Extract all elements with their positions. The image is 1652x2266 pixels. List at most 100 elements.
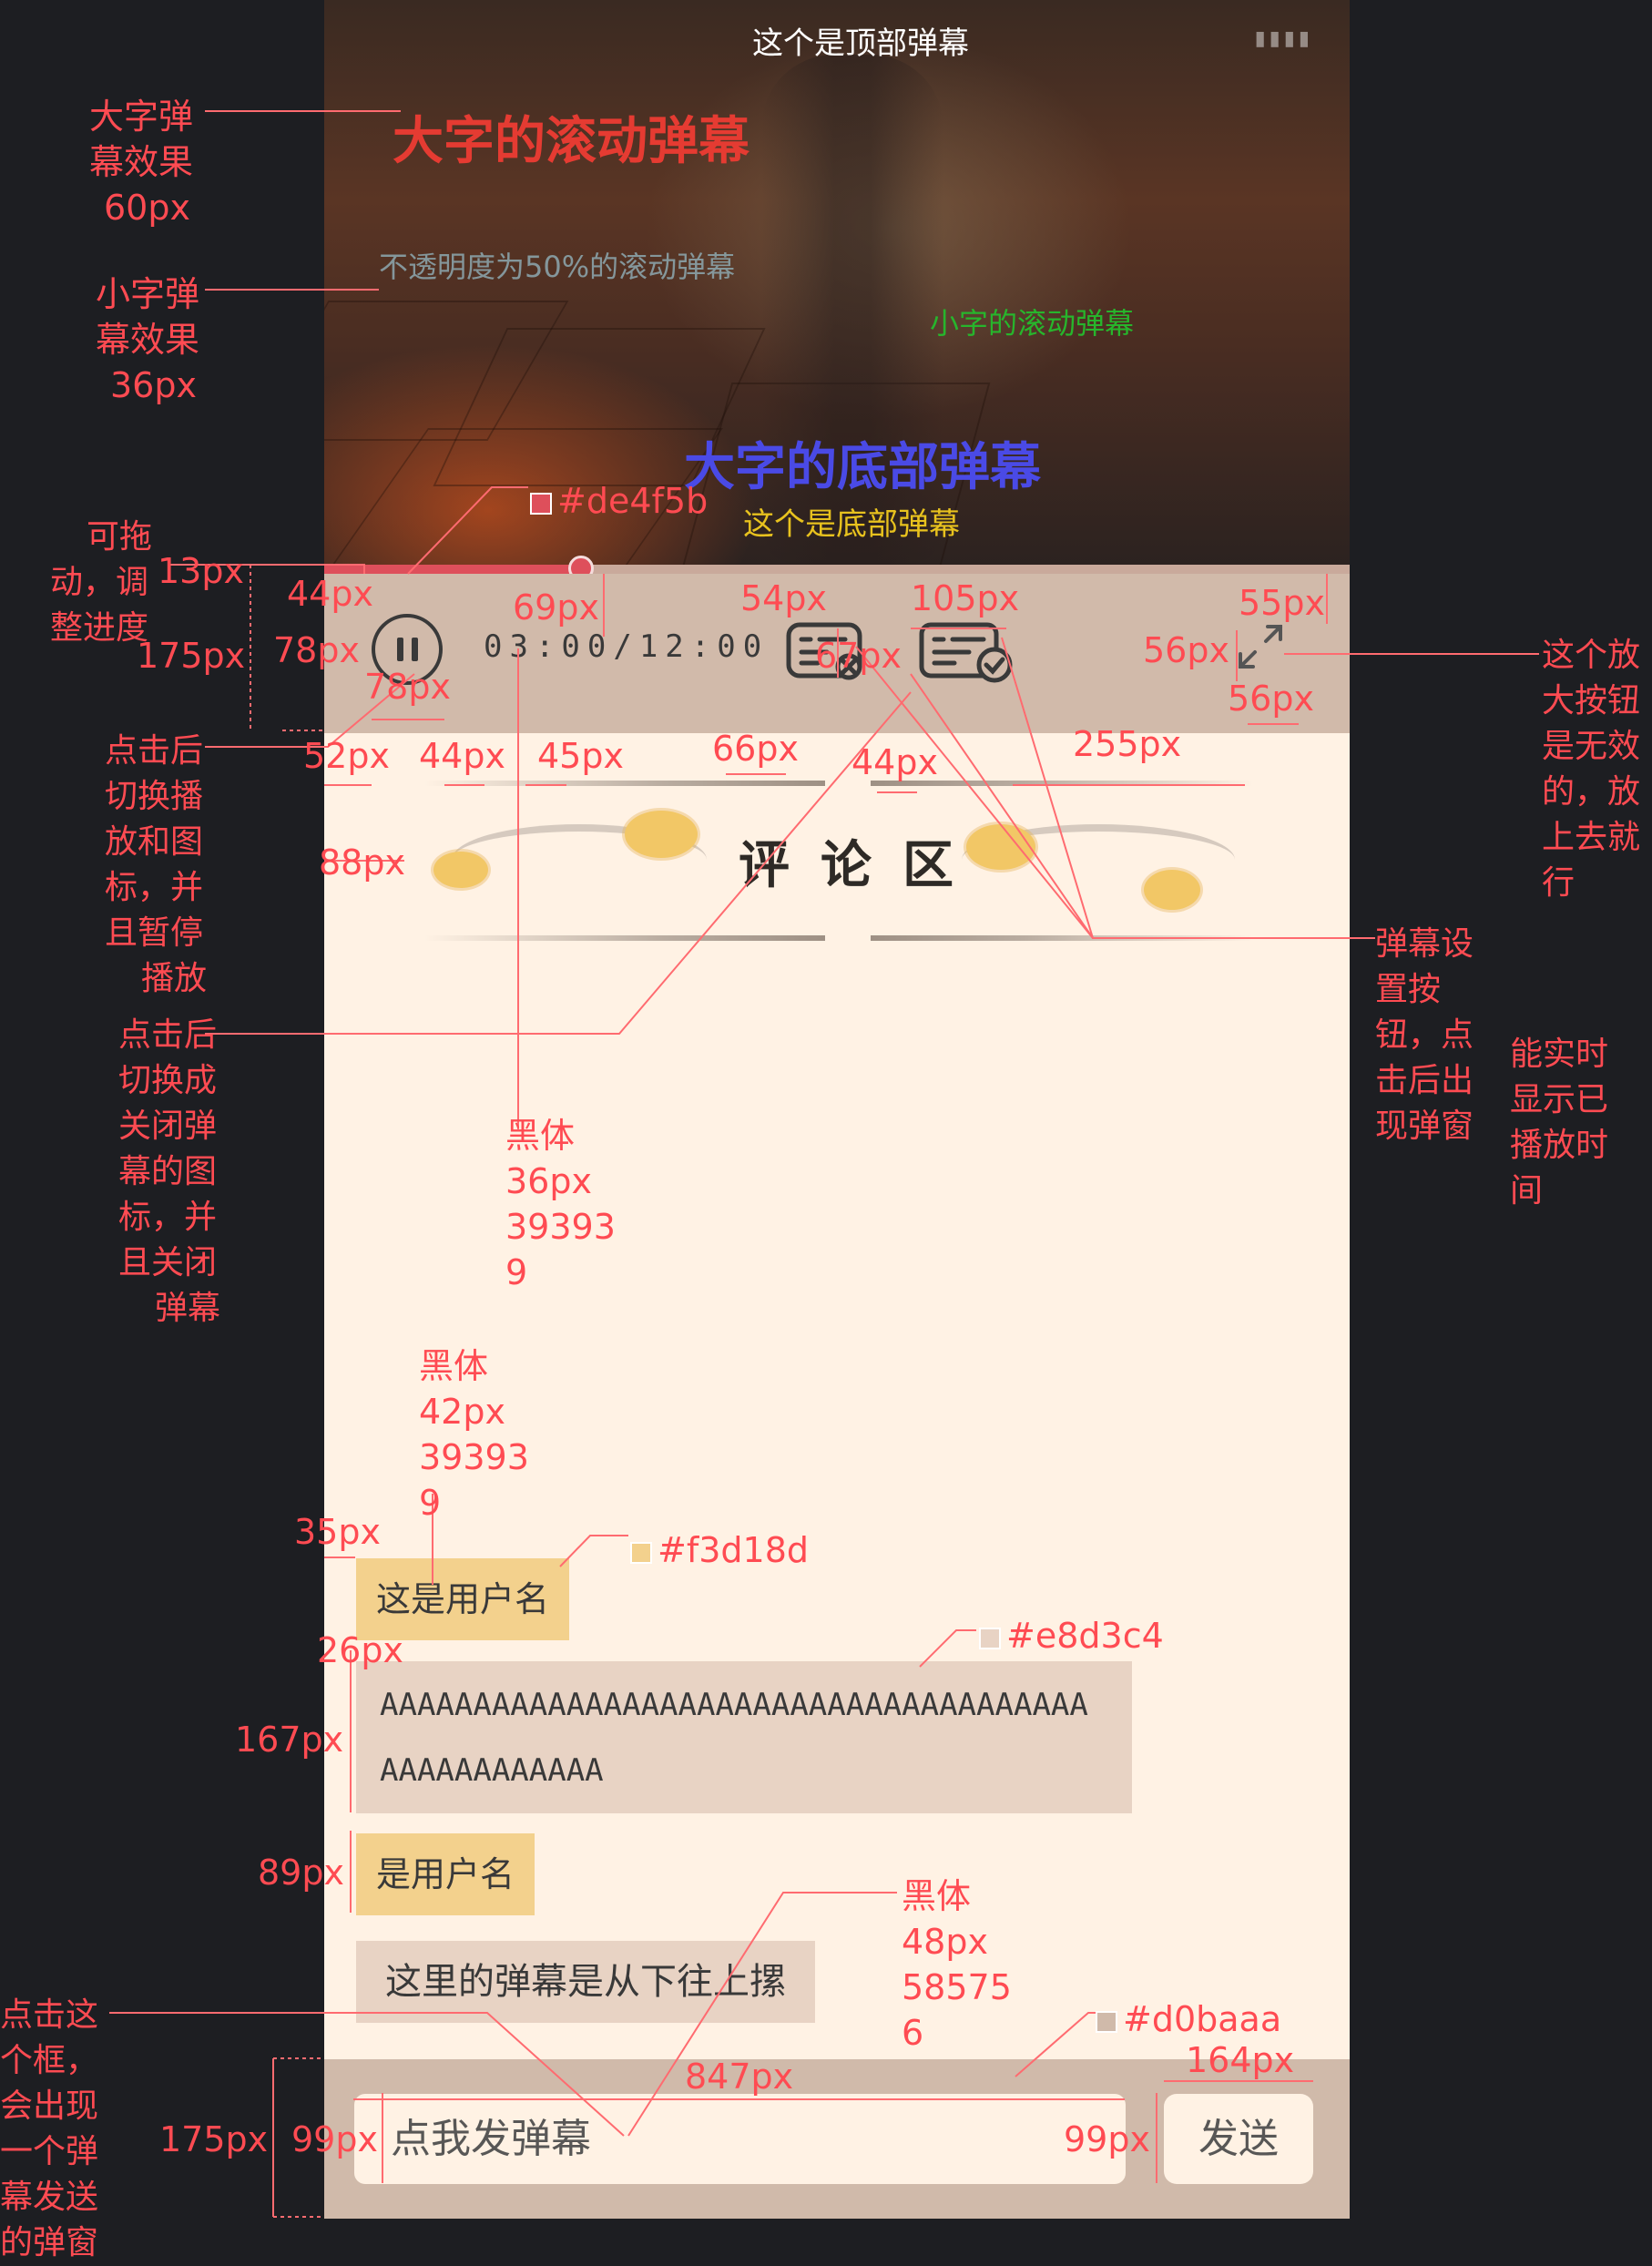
note-line: 弹幕设: [1375, 925, 1474, 963]
note-line: 切换成: [118, 1062, 218, 1099]
note-line: 黑体: [505, 1116, 576, 1156]
note-line: 个框，: [0, 2042, 99, 2079]
note-time: 能实时 显示已 播放时 间: [1510, 1032, 1608, 1214]
note-font-username: 黑体 42px 39393 9: [419, 1343, 529, 1526]
note-small-effect: 小字弹 幕效果 36px: [96, 271, 199, 408]
note-line: 39393: [419, 1437, 529, 1477]
note-line: 58575: [902, 1967, 1012, 2007]
note-line: 动，调: [50, 564, 149, 601]
note-line: 幕发送: [0, 2179, 99, 2216]
note-line: 关闭弹: [118, 1107, 218, 1145]
note-line: 标，并: [105, 869, 204, 906]
dim-label: 56px: [1228, 679, 1314, 719]
note-line: 标，并: [118, 1199, 218, 1236]
dim-label: 54px: [740, 578, 827, 618]
dim-label: 66px: [712, 729, 799, 769]
color-swatch: [630, 1541, 652, 1564]
note-line: 小字弹: [96, 274, 200, 314]
dim-label: 88px: [319, 842, 405, 883]
color-hex: #de4f5b: [557, 481, 709, 521]
color-note-bar: #d0baaa: [1096, 1999, 1281, 2039]
dim-label: 45px: [537, 736, 624, 776]
note-line: 48px: [902, 1922, 988, 1962]
note-line: 39393: [505, 1207, 616, 1247]
color-hex: #d0baaa: [1123, 1999, 1282, 2039]
note-fullscreen: 这个放 大按钮 是无效 的，放 上去就 行: [1542, 633, 1640, 906]
dim-label: 26px: [317, 1630, 403, 1670]
note-line: 36px: [505, 1161, 592, 1201]
dim-label: 67px: [815, 636, 902, 676]
dim-label: 99px: [1064, 2119, 1150, 2159]
color-swatch: [979, 1627, 1001, 1649]
note-line: 现弹窗: [1375, 1107, 1474, 1145]
note-line: 黑体: [419, 1346, 489, 1386]
note-line: 42px: [419, 1392, 505, 1432]
dim-label: 44px: [287, 574, 373, 614]
note-big-effect: 大字弹 幕效果 60px: [89, 94, 193, 230]
dim-label: 55px: [1239, 583, 1325, 623]
note-line: 钮，点: [1375, 1016, 1474, 1054]
dim-label: 847px: [685, 2057, 794, 2097]
note-line: 一个弹: [0, 2133, 99, 2170]
dim-label: 89px: [258, 1853, 344, 1893]
note-line: 放和图: [105, 823, 204, 861]
note-pause: 点击后 切换播 放和图 标，并 且暂停 播放: [105, 729, 207, 1002]
dim-label: 164px: [1186, 2040, 1295, 2080]
note-line: 黑体: [902, 1876, 972, 1916]
dim-label: 13px: [158, 551, 244, 591]
note-line: 点击后: [118, 1016, 218, 1054]
note-line: 且暂停: [105, 914, 204, 952]
note-line: 击后出: [1375, 1062, 1474, 1099]
note-line: 且关闭: [118, 1244, 218, 1281]
note-line: 切换播: [105, 778, 204, 815]
note-line: 的弹窗: [0, 2224, 99, 2261]
note-font-time: 黑体 36px 39393 9: [505, 1113, 616, 1295]
note-line: 行: [1542, 864, 1576, 902]
dim-label: 52px: [303, 736, 390, 776]
note-line: 6: [902, 2013, 924, 2053]
note-line: 播放时: [1510, 1127, 1609, 1164]
note-line: 9: [419, 1483, 442, 1523]
dim-label: 175px: [159, 2119, 269, 2159]
color-hex: #e8d3c4: [1006, 1616, 1164, 1656]
dim-label: 175px: [137, 636, 246, 676]
note-line: 可拖: [87, 518, 153, 556]
note-line: 大字弹: [89, 97, 194, 137]
color-hex: #f3d18d: [658, 1530, 809, 1570]
color-note-username: #f3d18d: [630, 1530, 809, 1570]
note-line: 上去就: [1542, 819, 1641, 856]
note-line: 显示已: [1510, 1081, 1609, 1118]
note-line: 大按钮: [1542, 682, 1641, 720]
note-line: 能实时: [1510, 1036, 1609, 1073]
note-line: 间: [1510, 1172, 1544, 1210]
note-line: 的，放: [1542, 773, 1641, 811]
note-font-danmaku: 黑体 48px 58575 6: [902, 1873, 1012, 2056]
note-line: 置按: [1375, 971, 1442, 1008]
dim-label: 56px: [1143, 630, 1229, 670]
dim-label: 35px: [294, 1512, 381, 1552]
note-line: 36px: [110, 365, 197, 405]
color-note-progress: #de4f5b: [530, 481, 708, 521]
dim-label: 167px: [235, 1720, 344, 1760]
note-line: 幕效果: [89, 142, 194, 182]
note-input: 点击这 个框， 会出现 一个弹 幕发送 的弹窗: [0, 1993, 98, 2266]
dim-label: 78px: [273, 630, 360, 670]
dim-label: 44px: [419, 736, 505, 776]
color-swatch: [1096, 2010, 1117, 2033]
dim-label: 44px: [851, 742, 938, 782]
color-note-comment: #e8d3c4: [979, 1616, 1164, 1656]
note-line: 弹幕: [155, 1290, 221, 1327]
note-line: 幕效果: [96, 320, 200, 360]
note-line: 点击后: [105, 732, 204, 770]
note-line: 播放: [141, 960, 208, 997]
dim-label: 105px: [911, 578, 1020, 618]
dim-label: 69px: [513, 587, 599, 628]
note-line: 幕的图: [118, 1153, 218, 1190]
note-danmaku-settings: 弹幕设 置按 钮，点 击后出 现弹窗: [1375, 922, 1474, 1149]
note-line: 这个放: [1542, 637, 1641, 674]
note-line: 会出现: [0, 2087, 99, 2125]
note-danmaku-toggle: 点击后 切换成 关闭弹 幕的图 标，并 且关闭 弹幕: [118, 1013, 220, 1332]
note-draggable: 可拖 动，调 整进度: [50, 515, 152, 651]
dim-label: 255px: [1073, 724, 1182, 764]
note-line: 点击这: [0, 1996, 99, 2034]
